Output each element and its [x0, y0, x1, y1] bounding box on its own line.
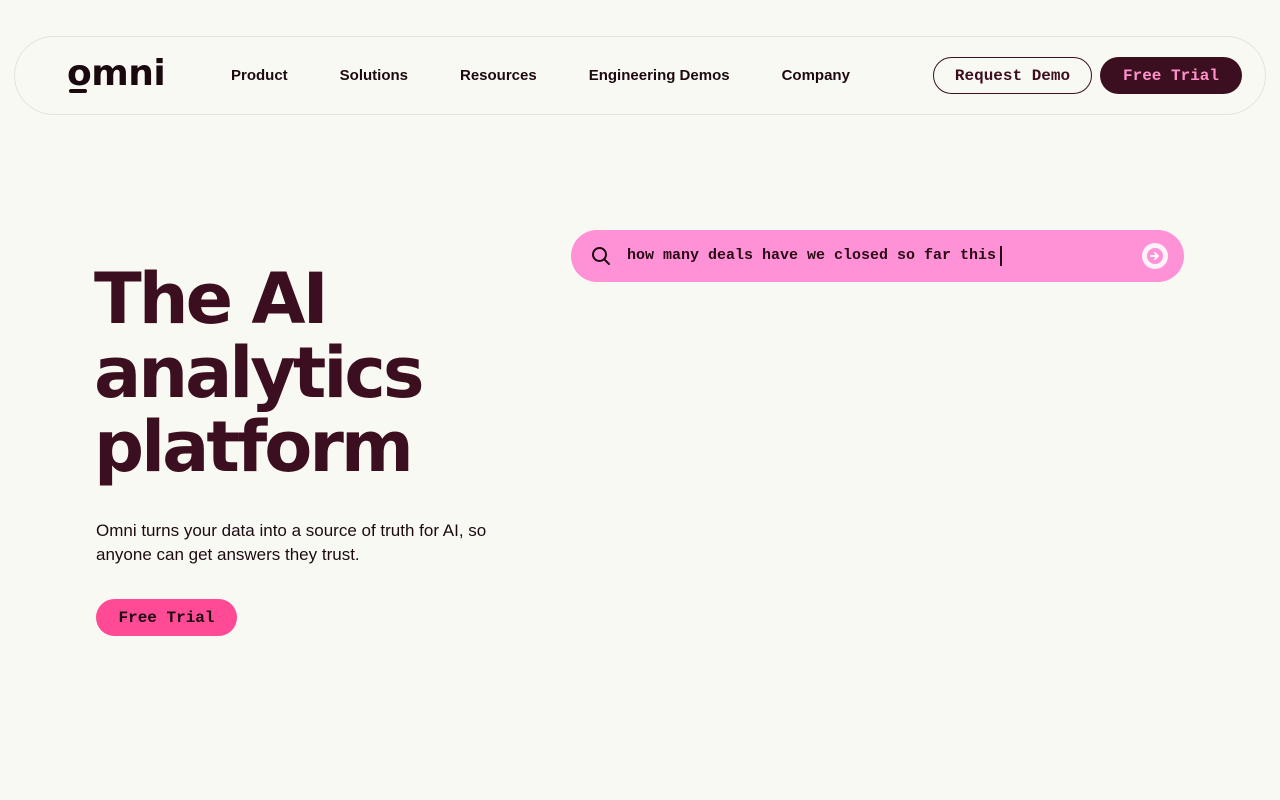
ai-search-bar[interactable]: how many deals have we closed so far thi… — [571, 230, 1184, 282]
nav-free-trial-button[interactable]: Free Trial — [1100, 57, 1242, 94]
nav-link-solutions[interactable]: Solutions — [340, 67, 408, 84]
nav-link-engineering-demos[interactable]: Engineering Demos — [589, 67, 730, 84]
request-demo-button[interactable]: Request Demo — [933, 57, 1092, 94]
nav-links: Product Solutions Resources Engineering … — [231, 37, 902, 114]
text-caret — [1000, 246, 1003, 266]
search-submit-button[interactable] — [1142, 243, 1168, 269]
search-query-display[interactable]: how many deals have we closed so far thi… — [627, 246, 1003, 266]
logo-underline — [69, 89, 87, 93]
hero-title-line-3: platform — [94, 406, 414, 488]
top-navigation: omni Product Solutions Resources Enginee… — [14, 36, 1266, 115]
nav-link-product[interactable]: Product — [231, 67, 288, 84]
omni-logo[interactable]: omni — [67, 53, 166, 94]
hero-free-trial-button[interactable]: Free Trial — [96, 599, 237, 636]
hero-title: The AI analytics platform — [94, 258, 425, 488]
nav-link-company[interactable]: Company — [782, 67, 850, 84]
logo-text: omni — [67, 53, 166, 94]
search-icon — [592, 247, 610, 265]
hero-subtitle: Omni turns your data into a source of tr… — [96, 521, 487, 564]
hero-title-line-2: analytics — [94, 332, 425, 414]
hero-title-line-1: The AI — [94, 258, 329, 340]
nav-link-resources[interactable]: Resources — [460, 67, 537, 84]
arrow-right-icon — [1147, 248, 1163, 264]
search-query-text: how many deals have we closed so far thi… — [627, 247, 997, 264]
